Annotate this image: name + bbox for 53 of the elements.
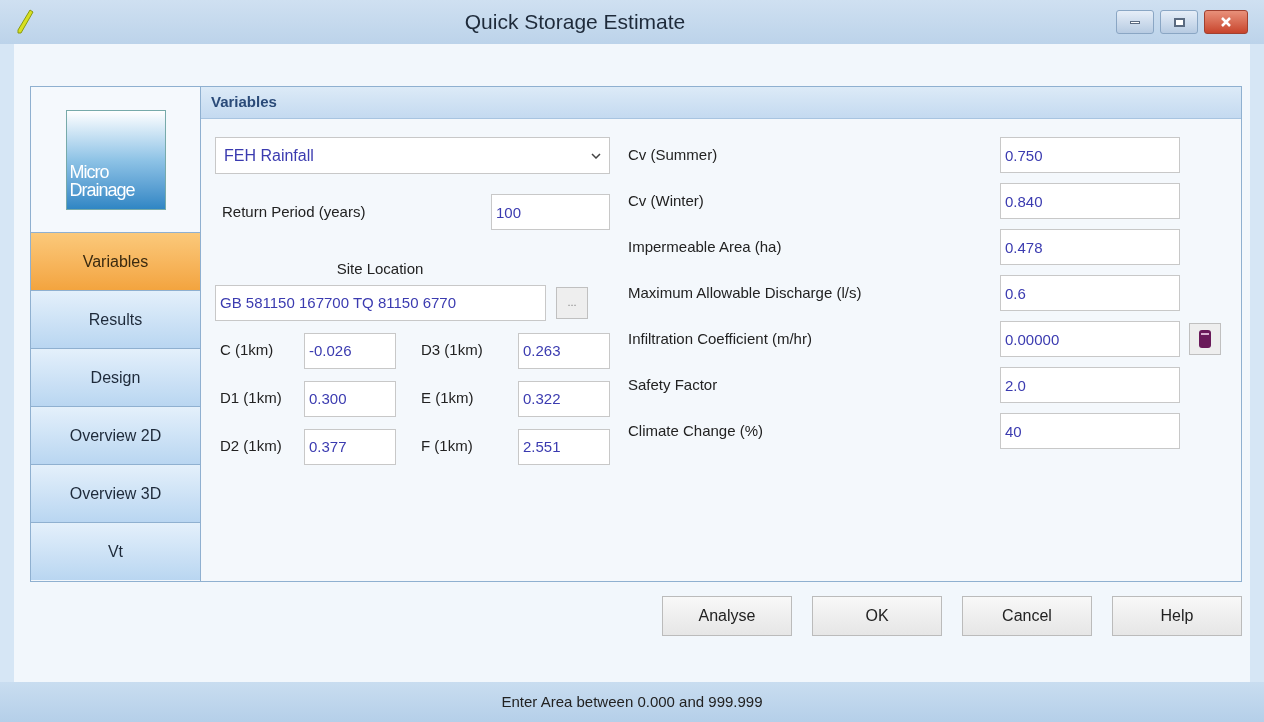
field-label: D2 (1km) bbox=[220, 436, 283, 457]
field-label: C (1km) bbox=[220, 340, 275, 361]
field-label: D1 (1km) bbox=[220, 388, 283, 409]
dialog-button[interactable]: OK bbox=[812, 596, 942, 636]
logo: Micro Drainage bbox=[65, 109, 166, 210]
coefficient-field[interactable]: 0.322 bbox=[518, 380, 610, 417]
coefficient-field[interactable]: 0.300 bbox=[304, 380, 396, 417]
chevron-down-icon bbox=[591, 152, 601, 159]
dialog-button[interactable]: Help bbox=[1112, 596, 1242, 636]
calculator-icon bbox=[1199, 330, 1211, 348]
return-period-field[interactable]: 100 bbox=[491, 194, 610, 230]
parameter-field[interactable]: 0.6 bbox=[1000, 275, 1180, 311]
site-location-field[interactable]: GB 581150 167700 TQ 81150 6770 bbox=[215, 284, 546, 321]
panel-title: Variables bbox=[211, 92, 277, 113]
parameter-field[interactable]: 2.0 bbox=[1000, 367, 1180, 403]
window-title: Quick Storage Estimate bbox=[464, 9, 686, 36]
field-label: Climate Change (%) bbox=[628, 420, 765, 441]
field-label: Site Location bbox=[336, 259, 424, 279]
sidebar-tab[interactable]: Design bbox=[31, 348, 200, 406]
field-label: Safety Factor bbox=[628, 374, 719, 395]
coefficient-field[interactable]: 2.551 bbox=[518, 428, 610, 465]
parameter-field[interactable]: 0.840 bbox=[1000, 183, 1180, 219]
field-label: F (1km) bbox=[421, 436, 474, 457]
calculator-button[interactable] bbox=[1189, 323, 1221, 355]
coefficient-field[interactable]: 0.263 bbox=[518, 332, 610, 369]
parameter-field[interactable]: 0.00000 bbox=[1000, 321, 1180, 357]
rainfall-dropdown[interactable]: FEH Rainfall bbox=[215, 137, 610, 174]
dialog-button[interactable]: Cancel bbox=[962, 596, 1092, 636]
field-label: Maximum Allowable Discharge (l/s) bbox=[628, 282, 863, 303]
close-icon bbox=[1220, 16, 1232, 28]
close-button[interactable] bbox=[1204, 10, 1248, 34]
field-label: Impermeable Area (ha) bbox=[628, 236, 783, 257]
field-label: Cv (Winter) bbox=[628, 190, 705, 211]
parameter-field[interactable]: 0.750 bbox=[1000, 137, 1180, 173]
maximize-button[interactable] bbox=[1160, 10, 1198, 34]
field-label: Return Period (years) bbox=[222, 201, 366, 222]
parameter-field[interactable]: 0.478 bbox=[1000, 229, 1180, 265]
sidebar-tab[interactable]: Overview 3D bbox=[31, 464, 200, 522]
status-text: Enter Area between 0.000 and 999.999 bbox=[501, 691, 763, 712]
field-label: D3 (1km) bbox=[421, 340, 484, 361]
sidebar-tab[interactable]: Results bbox=[31, 290, 200, 348]
field-label: Cv (Summer) bbox=[628, 144, 719, 165]
pencil-icon bbox=[16, 9, 34, 35]
field-label: Infiltration Coefficient (m/hr) bbox=[628, 328, 813, 349]
minimize-button[interactable] bbox=[1116, 10, 1154, 34]
sidebar-tab[interactable]: Overview 2D bbox=[31, 406, 200, 464]
coefficient-field[interactable]: 0.377 bbox=[304, 428, 396, 465]
parameter-field[interactable]: 40 bbox=[1000, 413, 1180, 449]
coefficient-field[interactable]: -0.026 bbox=[304, 332, 396, 369]
dialog-button[interactable]: Analyse bbox=[662, 596, 792, 636]
sidebar-tab[interactable]: Vt bbox=[31, 522, 200, 580]
sidebar-tab[interactable]: Variables bbox=[31, 232, 200, 290]
field-label: E (1km) bbox=[421, 388, 475, 409]
